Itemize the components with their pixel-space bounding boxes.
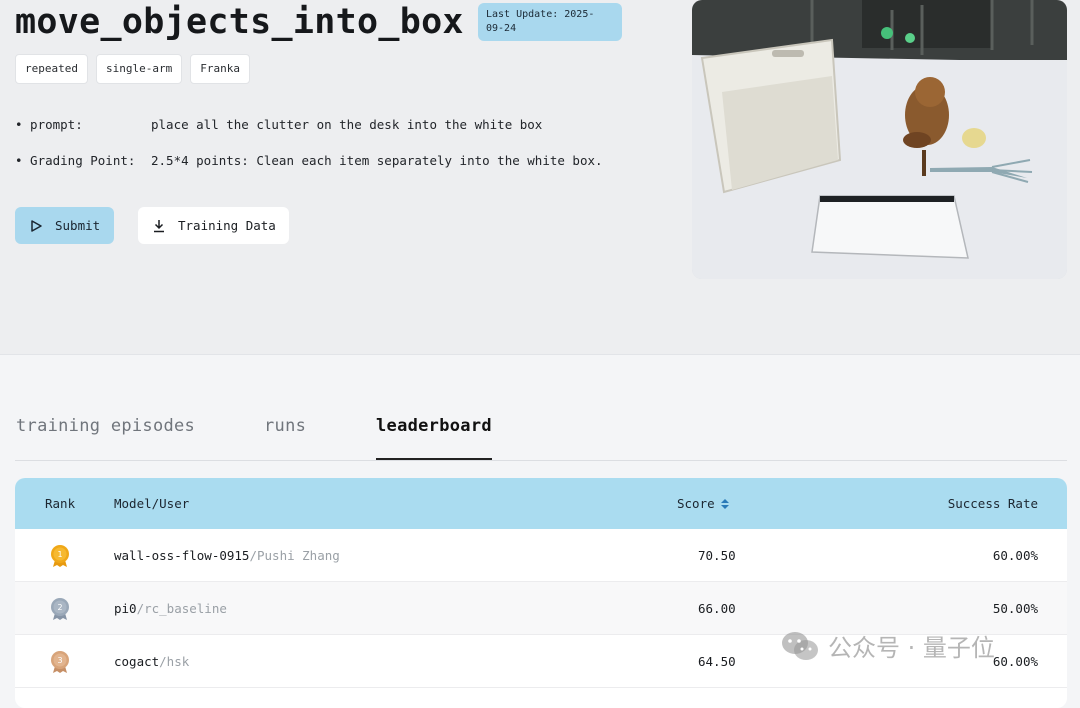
grading-value: 2.5*4 points: Clean each item separately… <box>151 153 603 168</box>
grading-label: • Grading Point: <box>15 153 136 168</box>
column-rank: Rank <box>45 496 76 511</box>
tag-list: repeated single-arm Franka <box>15 54 250 84</box>
score-value: 70.50 <box>698 548 736 563</box>
column-model-user: Model/User <box>114 496 190 511</box>
svg-text:2: 2 <box>57 603 62 612</box>
page-title: move_objects_into_box <box>15 2 464 42</box>
play-icon <box>31 219 42 232</box>
model-user[interactable]: cogact/hsk <box>114 654 189 669</box>
leaderboard-table: Rank Model/User Score Success Rate 1 wal… <box>15 478 1067 708</box>
model-user[interactable]: wall-oss-flow-0915/Pushi Zhang <box>114 548 340 563</box>
success-rate-value: 60.00% <box>992 654 1038 669</box>
column-score-sort[interactable]: Score <box>677 496 731 511</box>
success-rate-value: 60.00% <box>992 548 1038 563</box>
sort-icon <box>720 498 729 509</box>
submit-button[interactable]: Submit <box>15 207 114 244</box>
model-user[interactable]: pi0/rc_baseline <box>114 601 227 616</box>
column-success-rate: Success Rate <box>947 496 1038 511</box>
tab-training-episodes[interactable]: training episodes <box>16 416 195 436</box>
tag-single-arm: single-arm <box>95 54 183 84</box>
wechat-icon <box>782 631 818 660</box>
score-value: 64.50 <box>698 654 736 669</box>
table-header: Rank Model/User Score Success Rate <box>15 478 1067 529</box>
tab-leaderboard[interactable]: leaderboard <box>376 416 492 436</box>
bronze-medal-icon: 3 <box>51 651 69 673</box>
table-row[interactable]: 1 wall-oss-flow-0915/Pushi Zhang 70.50 6… <box>15 529 1067 582</box>
prompt-label: • prompt: <box>15 117 83 132</box>
grading-row: • Grading Point: 2.5*4 points: Clean eac… <box>15 153 603 168</box>
tab-runs[interactable]: runs <box>264 416 306 436</box>
task-header-section: move_objects_into_box Last Update: 2025-… <box>0 0 1080 355</box>
svg-text:1: 1 <box>57 550 62 559</box>
success-rate-value: 50.00% <box>992 601 1038 616</box>
watermark: 公众号 · 量子位 <box>780 628 995 663</box>
gold-medal-icon: 1 <box>51 545 69 567</box>
prompt-row: • prompt: place all the clutter on the d… <box>15 117 542 132</box>
silver-medal-icon: 2 <box>51 598 69 620</box>
svg-text:3: 3 <box>57 656 62 665</box>
training-data-button[interactable]: Training Data <box>138 207 289 244</box>
prompt-value: place all the clutter on the desk into t… <box>151 117 543 132</box>
score-value: 66.00 <box>698 601 736 616</box>
download-icon <box>154 219 164 232</box>
last-update-badge: Last Update: 2025- 09-24 <box>478 3 622 41</box>
active-tab-indicator <box>376 458 492 460</box>
tab-bar: training episodes runs leaderboard <box>15 410 1067 461</box>
tag-repeated: repeated <box>15 54 88 84</box>
task-preview-image <box>692 0 1067 279</box>
tag-franka: Franka <box>190 54 250 84</box>
